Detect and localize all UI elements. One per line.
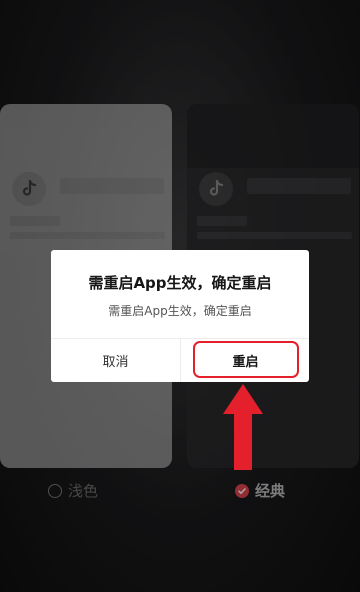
annotation-arrow-icon <box>223 384 263 470</box>
cancel-button[interactable]: 取消 <box>51 339 180 382</box>
dialog-message: 需重启App生效，确定重启 <box>108 304 252 318</box>
dialog-title: 需重启App生效，确定重启 <box>88 274 272 292</box>
restart-confirm-dialog: 需重启App生效，确定重启 需重启App生效，确定重启 取消 重启 <box>51 250 309 382</box>
restart-button[interactable]: 重启 <box>181 339 310 382</box>
